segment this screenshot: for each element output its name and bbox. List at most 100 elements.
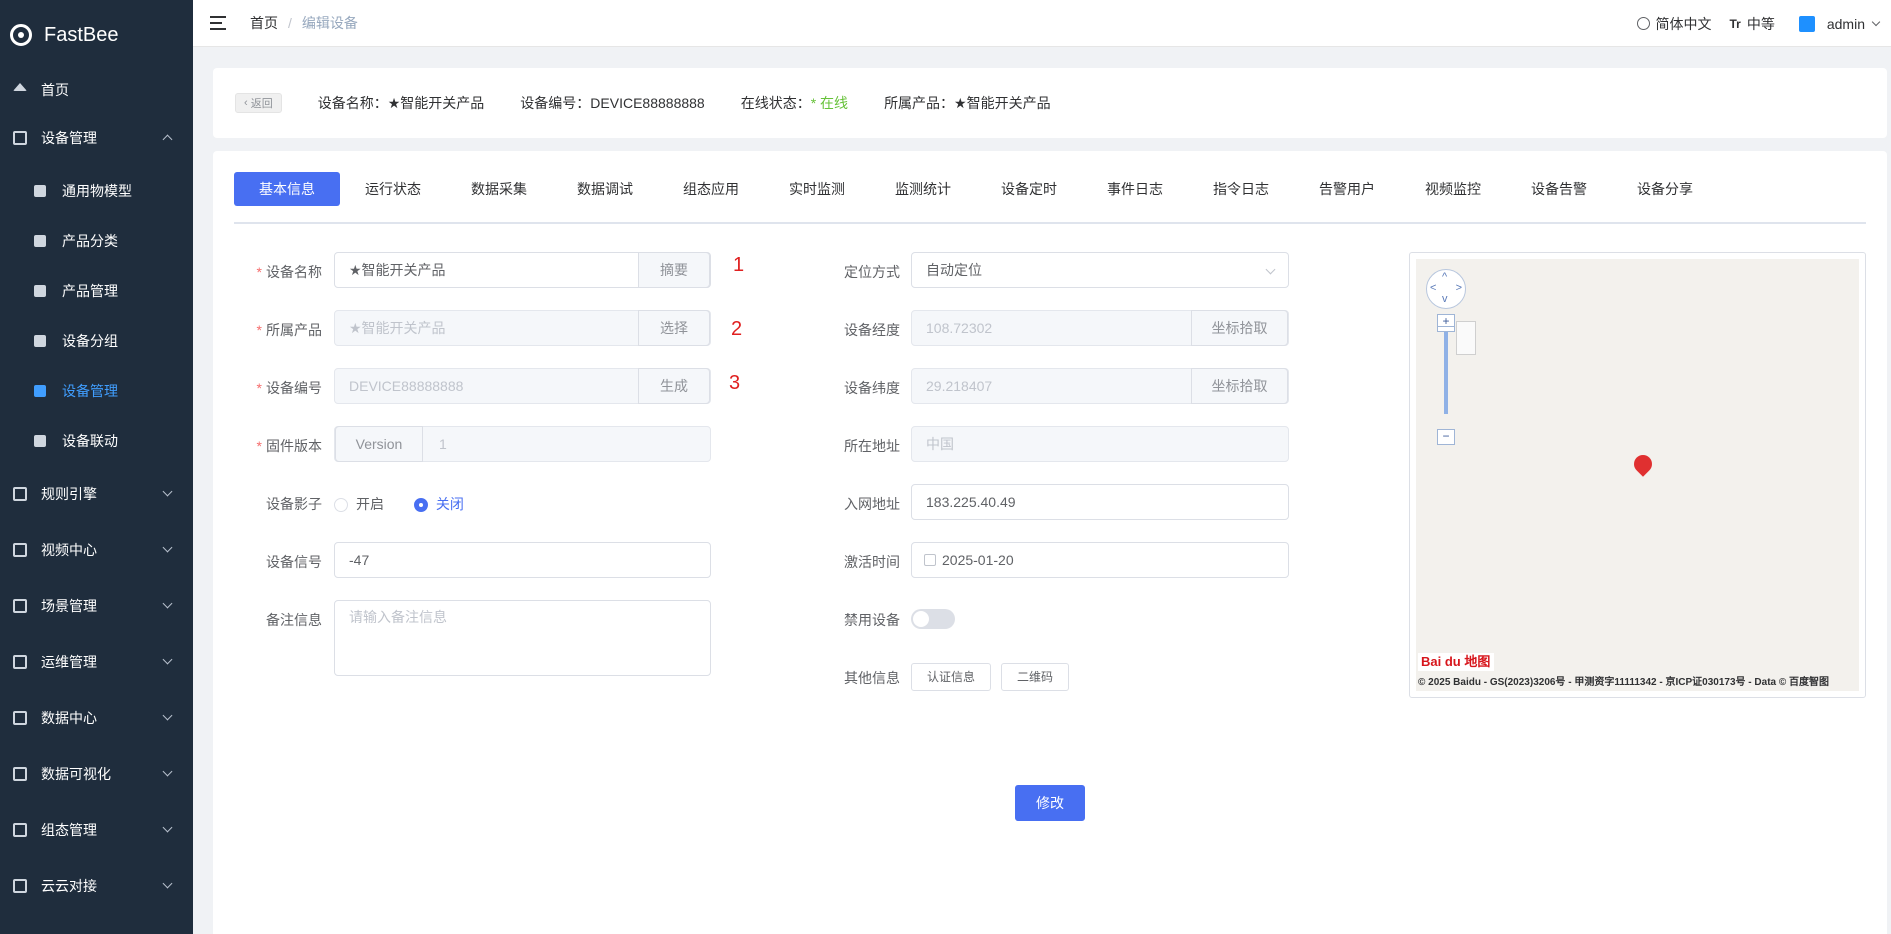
auth-info-button[interactable]: 认证信息: [911, 663, 991, 691]
tab-basic-info[interactable]: 基本信息: [234, 172, 340, 206]
disable-device-switch[interactable]: [911, 609, 955, 629]
shadow-on-radio[interactable]: 开启: [334, 496, 384, 513]
tab-realtime-monitor[interactable]: 实时监测: [764, 172, 870, 206]
sidebar-subitem-label: 产品管理: [62, 283, 118, 299]
zoom-handle[interactable]: [1437, 326, 1455, 332]
tab-command-log[interactable]: 指令日志: [1188, 172, 1294, 206]
breadcrumb-home[interactable]: 首页: [250, 13, 278, 33]
breadcrumb-separator: /: [288, 15, 292, 31]
baidu-map[interactable]: ^ < > v + − Bai du 地图 © 2025 Baidu - GS(…: [1416, 259, 1859, 691]
sidebar-subitem-device-management[interactable]: 设备管理: [0, 366, 193, 416]
sidebar-item-cloud-docking[interactable]: 云云对接: [0, 858, 193, 914]
tab-monitor-stats[interactable]: 监测统计: [870, 172, 976, 206]
font-size-icon[interactable]: Tr: [1730, 17, 1741, 31]
tab-running-status[interactable]: 运行状态: [340, 172, 446, 206]
sidebar-item-data-visualization[interactable]: 数据可视化: [0, 746, 193, 802]
sidebar-subitem-product-management[interactable]: 产品管理: [0, 266, 193, 316]
tab-event-log[interactable]: 事件日志: [1082, 172, 1188, 206]
map-panel: ^ < > v + − Bai du 地图 © 2025 Baidu - GS(…: [1409, 252, 1866, 698]
device-name-field[interactable]: ★智能开关产品 摘要: [334, 252, 711, 288]
remark-textarea[interactable]: 请输入备注信息: [334, 600, 711, 676]
sidebar-subitem-product-category[interactable]: 产品分类: [0, 216, 193, 266]
address-field: 中国: [911, 426, 1289, 462]
tab-alert-users[interactable]: 告警用户: [1294, 172, 1400, 206]
product-field: ★智能开关产品 选择: [334, 310, 711, 346]
sidebar-subitem-thing-model[interactable]: 通用物模型: [0, 166, 193, 216]
submit-button[interactable]: 修改: [1015, 785, 1085, 821]
annotation-marker: 2: [731, 318, 743, 340]
home-icon: [13, 83, 27, 91]
tab-device-share[interactable]: 设备分享: [1612, 172, 1718, 206]
device-no-label: * 设备编号: [256, 380, 322, 396]
tab-scada-app[interactable]: 组态应用: [658, 172, 764, 206]
signal-field[interactable]: -47: [334, 542, 711, 578]
calendar-icon: [924, 554, 936, 566]
username[interactable]: admin: [1827, 16, 1865, 32]
menu-toggle-icon[interactable]: [210, 16, 228, 30]
grid-icon: [13, 543, 27, 557]
font-size-selector[interactable]: 中等: [1747, 14, 1775, 34]
network-label: 入网地址: [844, 496, 900, 512]
sidebar-subitem-device-group[interactable]: 设备分组: [0, 316, 193, 366]
sidebar-subitem-label: 设备分组: [62, 333, 118, 349]
chevron-down-icon: [162, 766, 173, 777]
sidebar-subitem-device-linkage[interactable]: 设备联动: [0, 416, 193, 466]
sidebar-item-rule-engine[interactable]: 规则引擎: [0, 466, 193, 522]
sidebar-item-label: 视频中心: [41, 542, 97, 558]
tab-data-collection[interactable]: 数据采集: [446, 172, 552, 206]
sidebar-item-label: 场景管理: [41, 598, 97, 614]
shadow-label: 设备影子: [266, 496, 322, 512]
avatar[interactable]: [1798, 15, 1815, 32]
back-button[interactable]: ‹ 返回: [235, 93, 282, 113]
firmware-field: Version 1: [334, 426, 711, 462]
app-logo[interactable]: FastBee: [0, 0, 193, 70]
language-selector[interactable]: 简体中文: [1656, 14, 1712, 34]
map-pan-control[interactable]: ^ < > v: [1426, 269, 1466, 309]
summary-button[interactable]: 摘要: [638, 252, 710, 288]
tab-device-timer[interactable]: 设备定时: [976, 172, 1082, 206]
sidebar-item-ops-management[interactable]: 运维管理: [0, 634, 193, 690]
location-pin-icon[interactable]: [1630, 451, 1656, 477]
topbar: 首页 / 编辑设备 简体中文 Tr 中等 admin: [193, 0, 1891, 47]
layers-icon: [34, 335, 46, 347]
tab-video-monitor[interactable]: 视频监控: [1400, 172, 1506, 206]
lat-field: 29.218407 坐标拾取: [911, 368, 1289, 404]
back-label: 返回: [250, 98, 273, 110]
map-copyright: © 2025 Baidu - GS(2023)3206号 - 甲测资字11111…: [1418, 677, 1830, 688]
sidebar-item-device-management[interactable]: 设备管理: [0, 110, 193, 166]
zoom-out-button[interactable]: −: [1437, 429, 1455, 445]
locate-select[interactable]: 自动定位: [911, 252, 1289, 288]
network-field[interactable]: 183.225.40.49: [911, 484, 1289, 520]
firmware-label: * 固件版本: [256, 438, 322, 454]
sidebar-item-video-center[interactable]: 视频中心: [0, 522, 193, 578]
address-label: 所在地址: [844, 438, 900, 454]
tab-data-debug[interactable]: 数据调试: [552, 172, 658, 206]
tab-bar: 基本信息 运行状态 数据采集 数据调试 组态应用 实时监测 监测统计 设备定时 …: [234, 172, 1866, 224]
lat-label: 设备纬度: [844, 380, 900, 396]
bar-chart-icon: [13, 711, 27, 725]
sidebar-item-home[interactable]: 首页: [0, 70, 193, 110]
sidebar-item-scada-management[interactable]: 组态管理: [0, 802, 193, 858]
pick-lng-button[interactable]: 坐标拾取: [1191, 310, 1288, 346]
zoom-level-tip: [1456, 321, 1476, 355]
device-name-label: * 设备名称: [256, 264, 322, 280]
shadow-off-radio[interactable]: 关闭: [413, 496, 464, 513]
chevron-down-icon: [162, 878, 173, 889]
qrcode-button[interactable]: 二维码: [1001, 663, 1069, 691]
device-no-field: DEVICE88888888 生成: [334, 368, 711, 404]
breadcrumb-current: 编辑设备: [301, 15, 358, 31]
activate-date-field[interactable]: 2025-01-20: [911, 542, 1289, 578]
select-product-button[interactable]: 选择: [638, 310, 710, 346]
server-icon: [13, 131, 27, 145]
sidebar: FastBee 首页 设备管理 通用物模型 产品分类 产品管理 设备分组 设备管…: [0, 0, 193, 934]
scene-icon: [13, 599, 27, 613]
tab-device-alert[interactable]: 设备告警: [1506, 172, 1612, 206]
sidebar-item-scene-management[interactable]: 场景管理: [0, 578, 193, 634]
pick-lat-button[interactable]: 坐标拾取: [1191, 368, 1288, 404]
sidebar-item-data-center[interactable]: 数据中心: [0, 690, 193, 746]
annotation-marker: 1: [733, 254, 745, 276]
globe-icon[interactable]: [1636, 17, 1650, 30]
chevron-down-icon: [162, 822, 173, 833]
chevron-down-icon[interactable]: [1871, 17, 1881, 26]
generate-button[interactable]: 生成: [638, 368, 710, 404]
